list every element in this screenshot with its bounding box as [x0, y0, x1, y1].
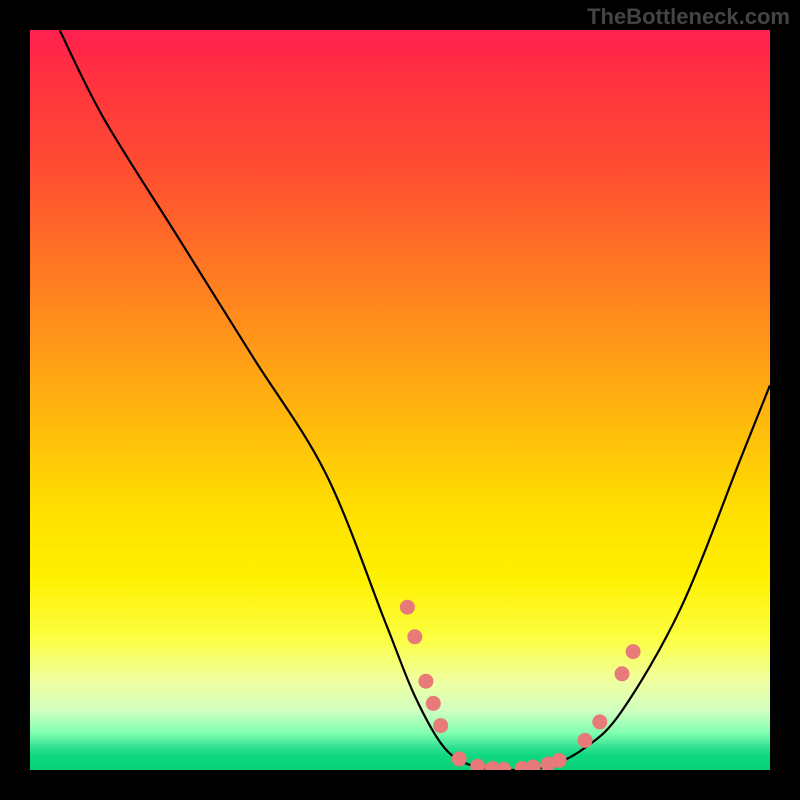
data-marker	[526, 760, 541, 770]
data-marker	[578, 733, 593, 748]
attribution-text: TheBottleneck.com	[587, 4, 790, 30]
data-marker	[426, 696, 441, 711]
marker-group	[400, 600, 641, 770]
data-marker	[496, 762, 511, 770]
data-marker	[418, 674, 433, 689]
data-marker	[400, 600, 415, 615]
data-marker	[407, 629, 422, 644]
chart-svg	[30, 30, 770, 770]
data-marker	[626, 644, 641, 659]
data-marker	[615, 666, 630, 681]
plot-area	[30, 30, 770, 770]
data-marker	[552, 753, 567, 768]
bottleneck-curve	[60, 30, 770, 770]
data-marker	[433, 718, 448, 733]
data-marker	[470, 759, 485, 770]
data-marker	[592, 714, 607, 729]
data-marker	[452, 751, 467, 766]
